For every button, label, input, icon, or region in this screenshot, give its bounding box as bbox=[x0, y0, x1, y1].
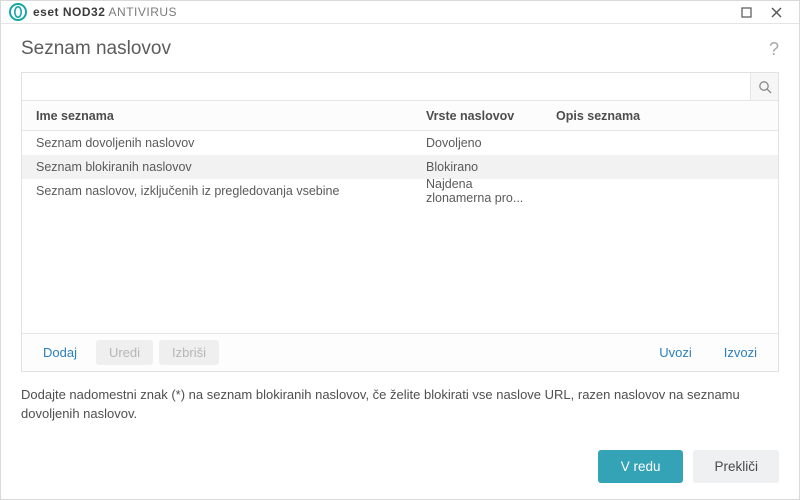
hint-text: Dodajte nadomestni znak (*) na seznam bl… bbox=[21, 386, 779, 424]
help-button[interactable]: ? bbox=[769, 39, 779, 60]
export-button[interactable]: Izvozi bbox=[711, 340, 770, 365]
search-input[interactable] bbox=[22, 75, 750, 98]
search-button[interactable] bbox=[750, 73, 778, 100]
cancel-button[interactable]: Prekliči bbox=[693, 450, 779, 483]
search-row bbox=[22, 73, 778, 101]
brand: eset NOD32 ANTIVIRUS bbox=[9, 3, 177, 21]
ok-button[interactable]: V redu bbox=[598, 450, 684, 483]
cell-name: Seznam naslovov, izključenih iz pregledo… bbox=[22, 184, 412, 198]
add-button[interactable]: Dodaj bbox=[30, 340, 90, 365]
eset-logo-icon bbox=[9, 3, 27, 21]
footer: V redu Prekliči bbox=[1, 438, 799, 499]
table-header: Ime seznama Vrste naslovov Opis seznama bbox=[22, 101, 778, 131]
window: eset NOD32 ANTIVIRUS Seznam naslovov ? bbox=[0, 0, 800, 500]
table-row[interactable]: Seznam naslovov, izključenih iz pregledo… bbox=[22, 179, 778, 203]
cell-type: Blokirano bbox=[412, 160, 542, 174]
close-button[interactable] bbox=[761, 2, 791, 22]
table-row[interactable]: Seznam dovoljenih naslovov Dovoljeno bbox=[22, 131, 778, 155]
page-title: Seznam naslovov bbox=[21, 38, 171, 60]
content: Seznam naslovov ? Ime seznama Vrste nasl… bbox=[1, 24, 799, 438]
list-panel: Ime seznama Vrste naslovov Opis seznama … bbox=[21, 72, 779, 372]
col-header-type[interactable]: Vrste naslovov bbox=[412, 109, 542, 123]
maximize-icon bbox=[741, 7, 752, 18]
table-body: Seznam dovoljenih naslovov Dovoljeno Sez… bbox=[22, 131, 778, 333]
import-button[interactable]: Uvozi bbox=[646, 340, 705, 365]
col-header-desc[interactable]: Opis seznama bbox=[542, 109, 778, 123]
heading-row: Seznam naslovov ? bbox=[21, 38, 779, 60]
brand-text: eset NOD32 ANTIVIRUS bbox=[33, 5, 177, 19]
col-header-name[interactable]: Ime seznama bbox=[22, 109, 412, 123]
cell-name: Seznam dovoljenih naslovov bbox=[22, 136, 412, 150]
cell-type: Najdena zlonamerna pro... bbox=[412, 177, 542, 205]
edit-button: Uredi bbox=[96, 340, 153, 365]
delete-button: Izbriši bbox=[159, 340, 219, 365]
maximize-button[interactable] bbox=[731, 2, 761, 22]
table-row[interactable]: Seznam blokiranih naslovov Blokirano bbox=[22, 155, 778, 179]
search-icon bbox=[758, 80, 772, 94]
titlebar: eset NOD32 ANTIVIRUS bbox=[1, 1, 799, 24]
close-icon bbox=[771, 7, 782, 18]
cell-type: Dovoljeno bbox=[412, 136, 542, 150]
cell-name: Seznam blokiranih naslovov bbox=[22, 160, 412, 174]
panel-actions: Dodaj Uredi Izbriši Uvozi Izvozi bbox=[22, 333, 778, 371]
